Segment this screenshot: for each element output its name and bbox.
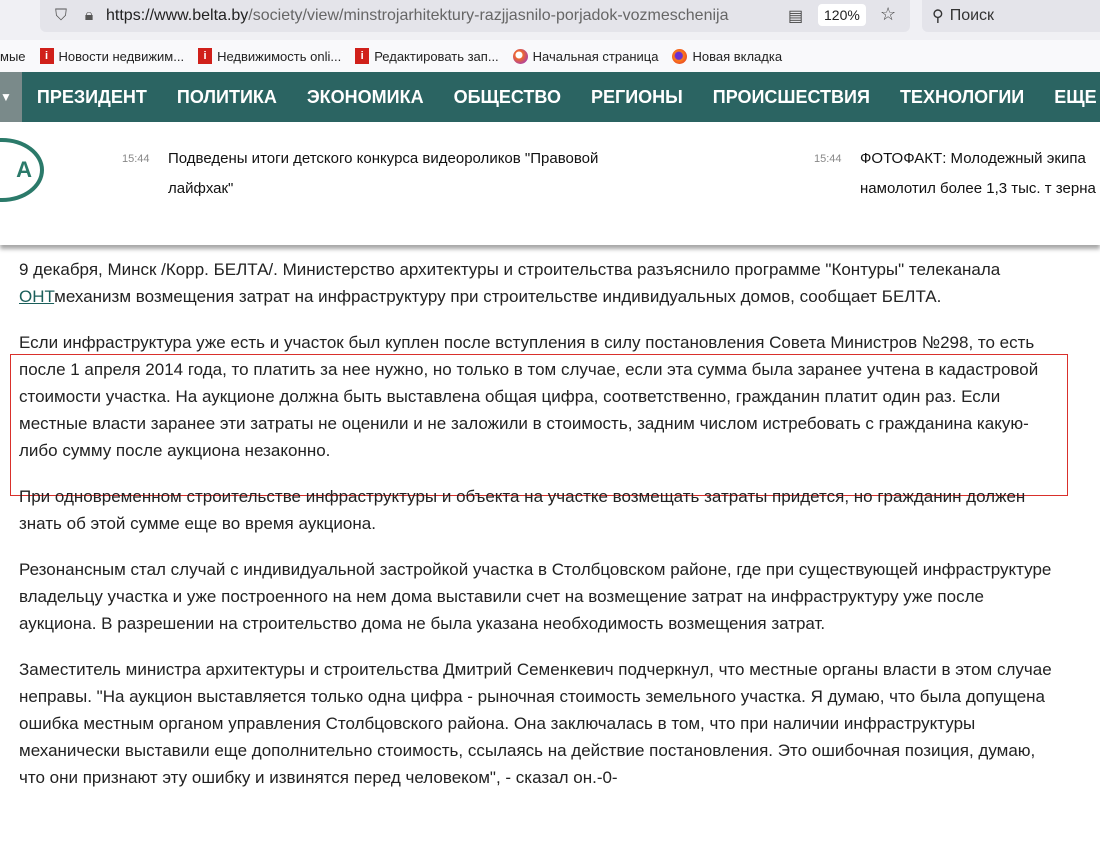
ticker-time: 15:44 [122, 153, 150, 165]
bookmark-label: Новости недвижим... [58, 48, 185, 64]
bookmark-item[interactable]: i Недвижимость onli... [198, 48, 341, 64]
paragraph-text: 9 декабря, Минск /Корр. БЕЛТА/. Министер… [19, 260, 1001, 279]
news-ticker: А 15:44 Подведены итоги детского конкурс… [0, 122, 1100, 245]
nav-item-technology[interactable]: ТЕХНОЛОГИИ [900, 87, 1024, 108]
ticker-title: Подведены итоги детского конкурса видеор… [168, 150, 599, 197]
ticker-item[interactable]: 15:44 ФОТОФАКТ: Молодежный экипа намолот… [814, 144, 1100, 204]
search-icon: ⚲ [932, 8, 944, 25]
nav-more-label: ЕЩЕ [1054, 86, 1097, 107]
bookmark-item[interactable]: Начальная страница [512, 48, 659, 64]
article-paragraph: При одновременном строительстве инфрастр… [19, 487, 1026, 533]
bookmark-item[interactable]: мые [0, 49, 26, 64]
info-favicon-icon: i [198, 48, 213, 64]
article-paragraph: 9 декабря, Минск /Корр. БЕЛТА/. Министер… [19, 256, 1059, 310]
menu-dropdown-icon[interactable]: ▼ [0, 72, 22, 122]
bookmark-label: Новая вкладка [692, 48, 783, 64]
zoom-level-button[interactable]: 120% [818, 4, 866, 26]
info-favicon-icon: i [355, 48, 370, 64]
main-nav: ▼ ПРЕЗИДЕНТ ПОЛИТИКА ЭКОНОМИКА ОБЩЕСТВО … [0, 72, 1100, 122]
highlighted-paragraph: Если инфраструктура уже есть и участок б… [19, 333, 1039, 460]
bookmark-item[interactable]: Новая вкладка [672, 48, 783, 64]
reader-view-icon[interactable]: ▤ [788, 6, 803, 26]
shield-icon[interactable]: ⛉ [50, 7, 72, 25]
bookmark-label: мые [0, 48, 26, 64]
search-placeholder: Поиск [949, 7, 995, 24]
nav-item-society[interactable]: ОБЩЕСТВО [454, 87, 561, 108]
ont-link[interactable]: ОНТ [19, 287, 54, 306]
ticker-item[interactable]: 15:44 Подведены итоги детского конкурса … [122, 144, 638, 204]
article-body: 9 декабря, Минск /Корр. БЕЛТА/. Министер… [19, 256, 1059, 810]
bookmark-item[interactable]: i Новости недвижим... [39, 48, 185, 64]
address-bar[interactable]: ⛉ 🔒︎ https://www.belta.by/society/view/m… [40, 0, 910, 32]
article-paragraph: Резонансным стал случай с индивидуальной… [19, 560, 1052, 633]
nav-item-more[interactable]: ЕЩЕ ⌵ [1054, 87, 1100, 108]
ticker-title: ФОТОФАКТ: Молодежный экипа намолотил бол… [860, 150, 1096, 197]
firefox-home-icon [512, 48, 528, 64]
ticker-time: 15:44 [814, 153, 842, 165]
nav-item-president[interactable]: ПРЕЗИДЕНТ [37, 87, 147, 108]
info-favicon-icon: i [39, 48, 54, 64]
nav-item-regions[interactable]: РЕГИОНЫ [591, 87, 683, 108]
lock-icon[interactable]: 🔒︎ [78, 7, 100, 25]
bookmark-label: Недвижимость onli... [217, 48, 342, 64]
firefox-icon [672, 48, 688, 64]
search-box[interactable]: ⚲ Поиск [922, 0, 1100, 32]
paragraph-text: механизм возмещения затрат на инфраструк… [54, 287, 942, 306]
url-path: /society/view/minstrojarhitektury-razjja… [248, 7, 729, 24]
browser-toolbar: ⛉ 🔒︎ https://www.belta.by/society/view/m… [0, 0, 1100, 40]
belta-logo[interactable]: А [0, 138, 44, 202]
article-paragraph: Заместитель министра архитектуры и строи… [19, 660, 1052, 787]
bookmark-label: Начальная страница [532, 48, 659, 64]
nav-item-economy[interactable]: ЭКОНОМИКА [307, 87, 424, 108]
bookmark-star-icon[interactable]: ☆ [880, 4, 896, 25]
bookmarks-bar: мые i Новости недвижим... i Недвижимость o… [0, 40, 1100, 72]
nav-item-incidents[interactable]: ПРОИСШЕСТВИЯ [713, 87, 870, 108]
bookmark-label: Редактировать зап... [374, 48, 499, 64]
nav-item-politics[interactable]: ПОЛИТИКА [177, 87, 277, 108]
url-domain: https://www.belta.by [106, 7, 249, 24]
bookmark-item[interactable]: i Редактировать зап... [355, 48, 499, 64]
